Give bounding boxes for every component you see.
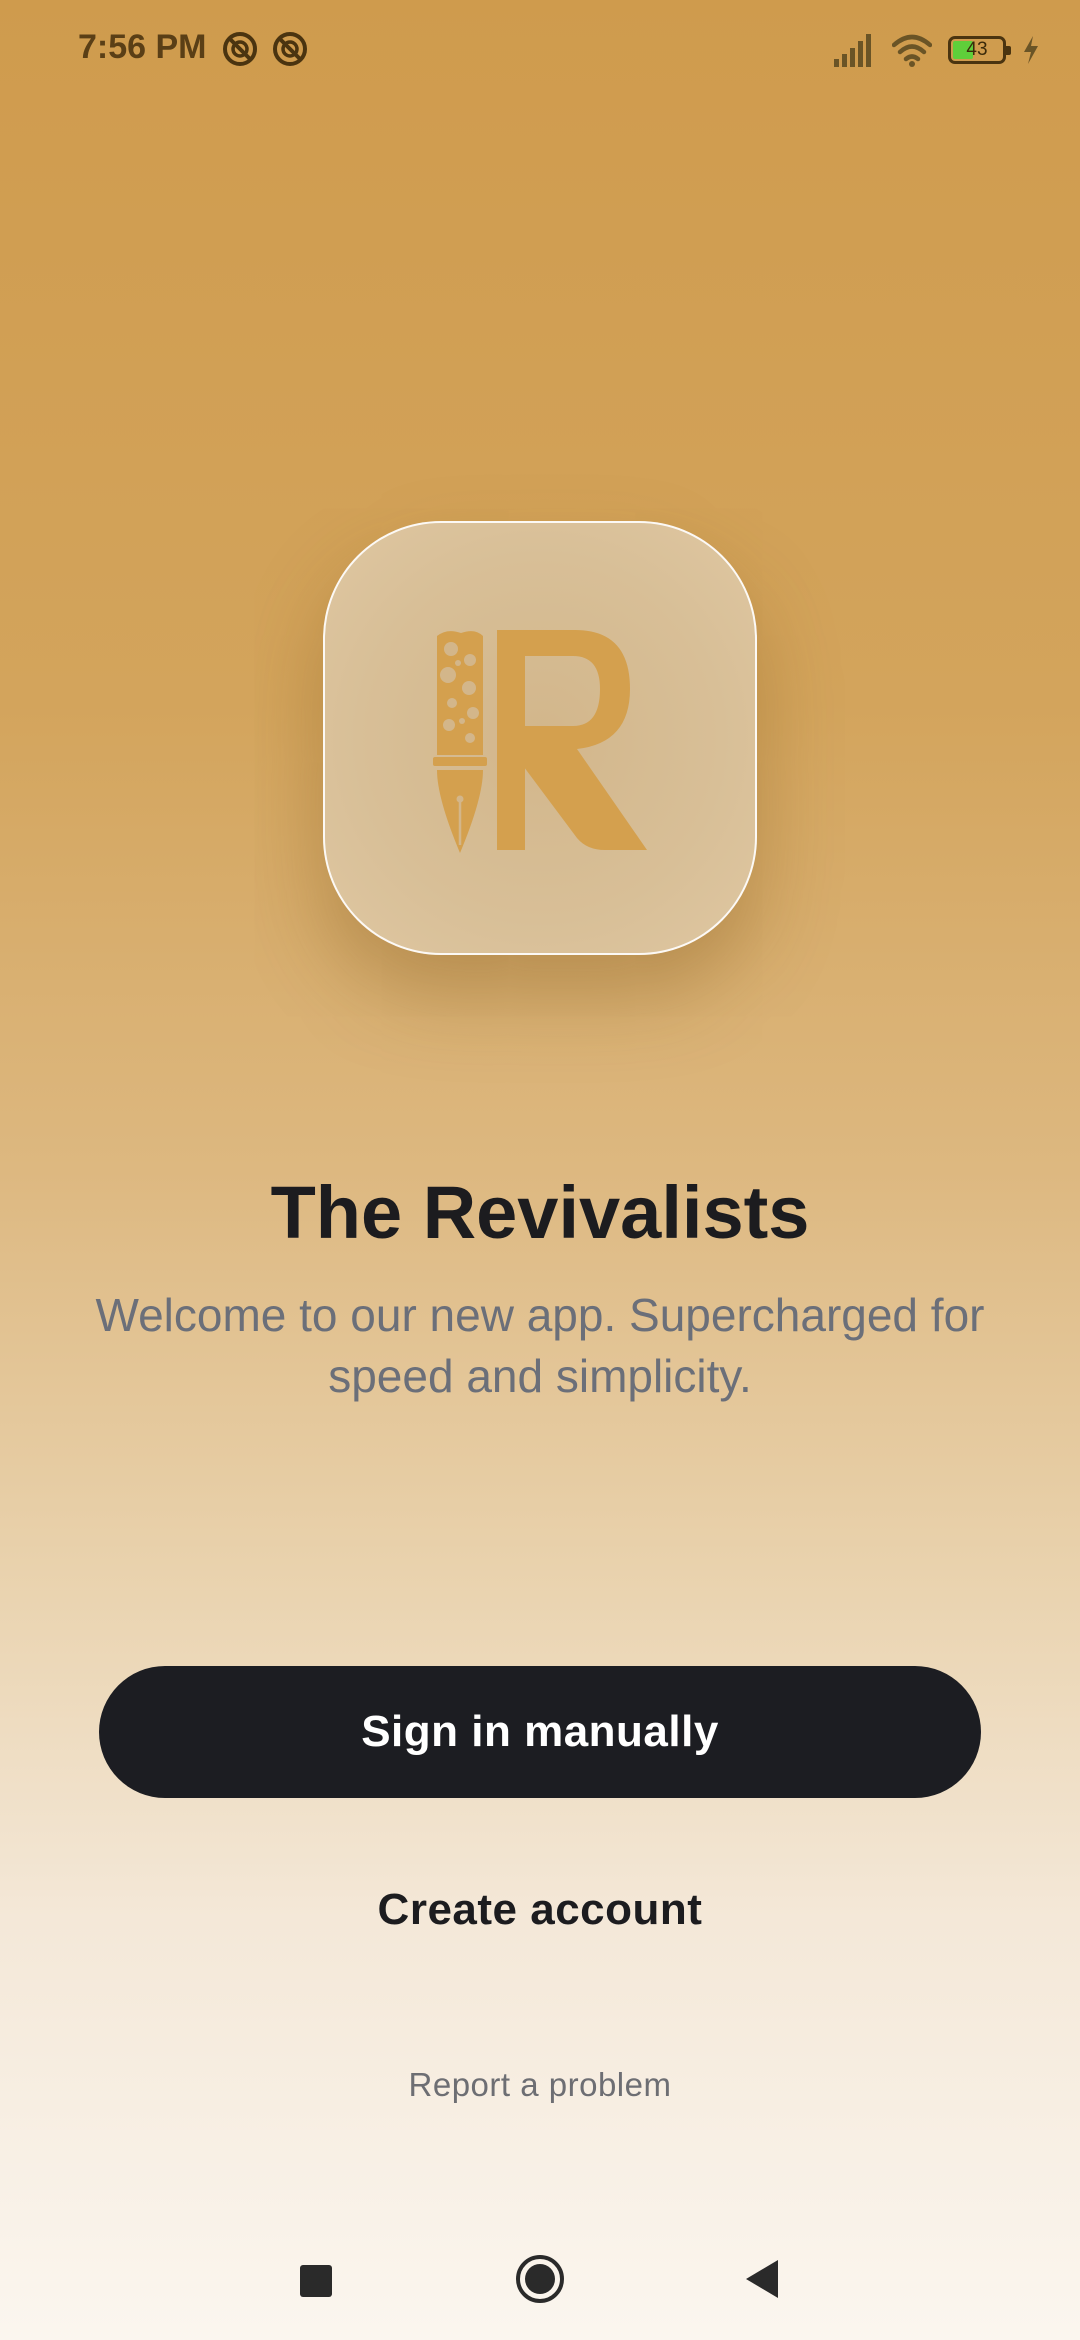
status-time: 7:56 PM: [78, 28, 207, 66]
recents-square-icon[interactable]: [300, 2265, 332, 2297]
wifi-icon: [892, 34, 932, 67]
system-nav-bar: [0, 2230, 1080, 2340]
app-title: The Revivalists: [270, 1171, 810, 1254]
home-circle-icon[interactable]: [515, 2254, 565, 2304]
create-account-button[interactable]: Create account: [300, 1870, 780, 1950]
battery-tip: [1006, 46, 1011, 55]
back-triangle-icon[interactable]: [742, 2254, 782, 2304]
dnd-icon: [273, 32, 307, 66]
dnd-icon: [223, 32, 257, 66]
battery-level: 43: [966, 39, 988, 60]
app-subtitle: Welcome to our new app. Supercharged for…: [95, 1289, 985, 1402]
app-logo: [323, 521, 757, 955]
create-account-label: Create account: [377, 1885, 703, 1934]
status-bar: 7:56 PM 43: [0, 0, 1080, 96]
sign-in-manually-label: Sign in manually: [361, 1707, 719, 1756]
report-problem-link[interactable]: Report a problem: [340, 2066, 740, 2110]
sign-in-manually-button[interactable]: Sign in manually: [99, 1666, 981, 1798]
signal-icon: [834, 34, 871, 67]
status-indicators: 43: [832, 28, 1040, 72]
charging-bolt-icon: [1024, 36, 1038, 64]
battery-icon: 43: [948, 36, 1011, 64]
pen-r-logo-icon: [433, 630, 647, 853]
